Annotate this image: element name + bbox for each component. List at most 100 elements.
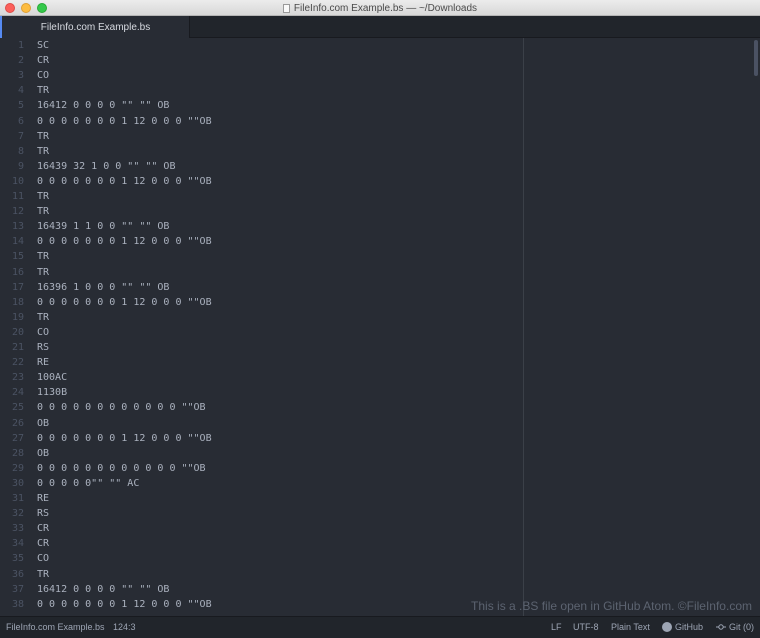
watermark-text: This is a .BS file open in GitHub Atom. …	[471, 599, 752, 613]
tab-fileinfo-example[interactable]: FileInfo.com Example.bs	[0, 16, 190, 38]
line-number: 17	[11, 281, 24, 293]
code-line[interactable]: 0 0 0 0 0 0 0 1 12 0 0 0 ""OB	[37, 174, 212, 189]
line-number: 34	[11, 538, 24, 550]
line-number: 6	[17, 115, 24, 127]
git-commit-icon	[716, 624, 726, 630]
code-line[interactable]: OB	[37, 446, 49, 461]
line-number: 2	[17, 55, 24, 67]
status-cursor-position[interactable]: 124:3	[113, 617, 136, 638]
status-git-label: Git (0)	[729, 622, 755, 632]
code-line[interactable]: RE	[37, 355, 49, 370]
line-number: 31	[11, 493, 24, 504]
line-number: 8	[17, 145, 24, 157]
code-line[interactable]: 16439 32 1 0 0 "" "" OB	[37, 159, 175, 174]
text-editor[interactable]: 1 2 3 4 5 6 7 8 9 10 11 12 13 14 15 16 17 18 19 20 21 22 23 24 2…	[0, 38, 760, 616]
line-number: 27	[11, 432, 24, 444]
code-line[interactable]: CR	[37, 53, 49, 68]
line-number: 25	[11, 402, 24, 414]
status-encoding[interactable]: UTF-8	[573, 617, 599, 638]
line-number: 23	[11, 372, 24, 384]
tab-label: FileInfo.com Example.bs	[40, 21, 151, 33]
line-number: 11	[11, 191, 24, 202]
line-number: 4	[17, 85, 24, 97]
line-number: 7	[17, 130, 24, 142]
github-icon	[662, 622, 672, 632]
line-number: 20	[11, 326, 24, 338]
code-line[interactable]: TR	[37, 129, 49, 144]
line-number: 14	[11, 236, 24, 248]
code-line[interactable]: CO	[37, 551, 49, 566]
line-number: 15	[11, 251, 24, 263]
code-line[interactable]: CR	[37, 536, 49, 551]
line-number: 21	[11, 342, 24, 353]
title-bar: FileInfo.com Example.bs — ~/Downloads	[0, 0, 760, 16]
document-icon	[282, 3, 290, 13]
line-number-gutter: 1 2 3 4 5 6 7 8 9 10 11 12 13 14 15 16 17 18 19 20 21 22 23 24 2…	[0, 38, 30, 616]
code-line[interactable]: TR	[37, 249, 49, 264]
line-number: 13	[11, 221, 24, 233]
window-title-group: FileInfo.com Example.bs — ~/Downloads	[0, 0, 760, 16]
code-line[interactable]: 0 0 0 0 0 0 0 1 12 0 0 0 ""OB	[37, 295, 212, 310]
tab-bar: FileInfo.com Example.bs	[0, 16, 760, 38]
line-number: 1	[17, 40, 24, 51]
status-filename[interactable]: FileInfo.com Example.bs	[6, 617, 105, 638]
code-line[interactable]: 16396 1 0 0 0 "" "" OB	[37, 280, 169, 295]
code-line[interactable]: OB	[37, 416, 49, 431]
status-git-button[interactable]: Git (0)	[716, 617, 754, 638]
line-number: 9	[17, 160, 24, 172]
code-line[interactable]: SC	[37, 38, 49, 53]
code-line[interactable]: TR	[37, 189, 49, 204]
wrap-guide	[523, 38, 524, 616]
code-line[interactable]: TR	[37, 310, 49, 325]
line-number: 3	[17, 70, 24, 82]
code-line[interactable]: 0 0 0 0 0 0 0 0 0 0 0 0 ""OB	[37, 400, 206, 415]
code-line[interactable]: TR	[37, 144, 49, 159]
line-number: 16	[11, 266, 24, 278]
code-line[interactable]: TR	[37, 204, 49, 219]
code-line[interactable]: 0 0 0 0 0 0 0 1 12 0 0 0 ""OB	[37, 234, 212, 249]
status-grammar[interactable]: Plain Text	[611, 617, 650, 638]
code-line[interactable]: 0 0 0 0 0 0 0 1 12 0 0 0 ""OB	[37, 431, 212, 446]
code-line[interactable]: RE	[37, 491, 49, 506]
code-line[interactable]: 16412 0 0 0 0 "" "" OB	[37, 98, 169, 113]
line-number: 28	[11, 447, 24, 459]
window-title: FileInfo.com Example.bs — ~/Downloads	[293, 2, 478, 14]
line-number: 30	[11, 477, 24, 489]
line-number: 24	[11, 387, 24, 399]
code-line[interactable]: 16412 0 0 0 0 "" "" OB	[37, 582, 169, 597]
status-bar: FileInfo.com Example.bs 124:3 LF UTF-8 P…	[0, 616, 760, 638]
code-line[interactable]: 0 0 0 0 0"" "" AC	[37, 476, 139, 491]
line-number: 5	[17, 100, 24, 112]
vertical-scrollbar[interactable]	[754, 40, 758, 76]
line-number: 35	[11, 553, 24, 565]
status-github-label: GitHub	[675, 622, 704, 632]
code-line[interactable]: RS	[37, 506, 49, 521]
code-line[interactable]: TR	[37, 567, 49, 582]
line-number: 18	[11, 296, 24, 308]
code-line[interactable]: TR	[37, 265, 49, 280]
code-line[interactable]: 16439 1 1 0 0 "" "" OB	[37, 219, 169, 234]
status-line-ending[interactable]: LF	[551, 617, 562, 638]
code-line[interactable]: TR	[37, 83, 49, 98]
line-number: 19	[11, 311, 24, 323]
line-number: 12	[11, 206, 24, 218]
code-line[interactable]: 1130B	[37, 385, 67, 400]
line-number: 26	[11, 417, 24, 429]
code-line[interactable]: 0 0 0 0 0 0 0 1 12 0 0 0 ""OB	[37, 114, 212, 129]
line-number: 38	[11, 598, 24, 610]
code-line[interactable]: RS	[37, 340, 49, 355]
atom-window: FileInfo.com Example.bs — ~/Downloads Fi…	[0, 0, 760, 638]
line-number: 36	[11, 568, 24, 580]
code-line[interactable]: CO	[37, 68, 49, 83]
code-line[interactable]: 0 0 0 0 0 0 0 0 0 0 0 0 ""OB	[37, 461, 206, 476]
code-line[interactable]: CR	[37, 521, 49, 536]
line-number: 29	[11, 462, 24, 474]
code-line[interactable]: CO	[37, 325, 49, 340]
status-github-button[interactable]: GitHub	[662, 617, 703, 638]
line-number: 33	[11, 523, 24, 535]
code-line[interactable]: 0 0 0 0 0 0 0 1 12 0 0 0 ""OB	[37, 597, 212, 612]
line-number: 32	[11, 508, 24, 520]
line-number: 22	[11, 357, 24, 369]
line-number: 10	[11, 175, 24, 187]
code-line[interactable]: 100AC	[37, 370, 67, 385]
